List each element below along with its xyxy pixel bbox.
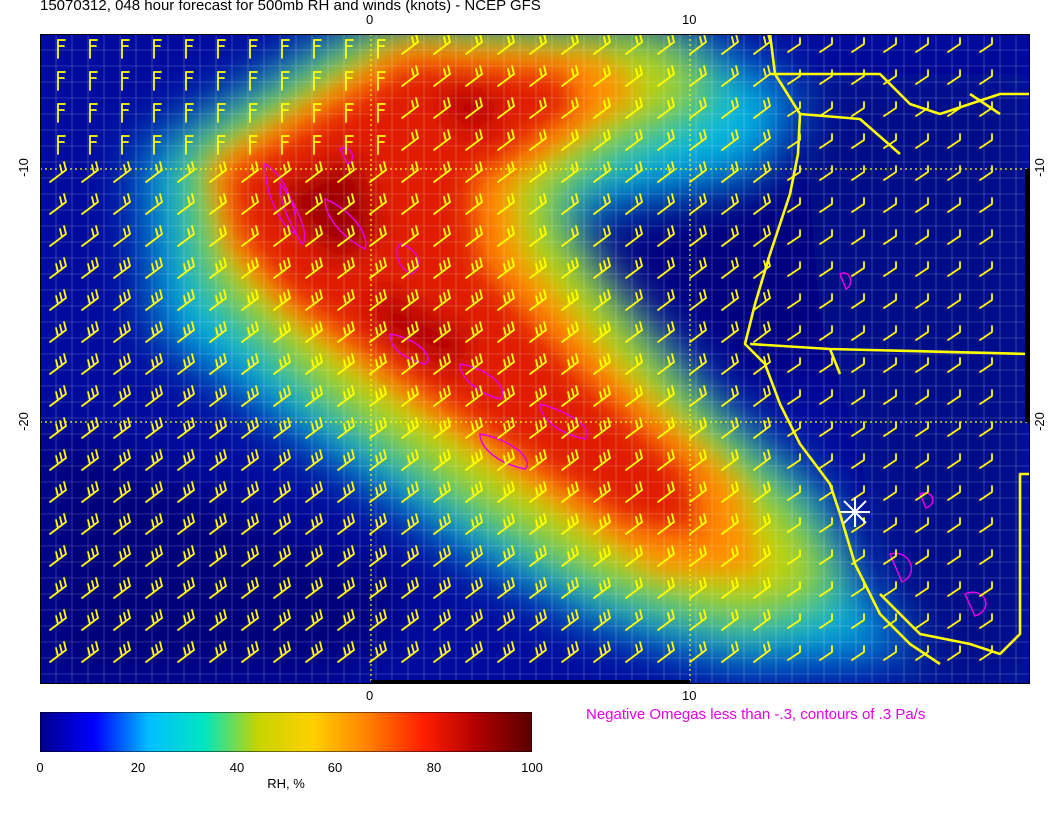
bottom-tick-10: 10 bbox=[682, 688, 697, 703]
left-tick-minus20: -20 bbox=[15, 412, 31, 431]
rh-colorbar bbox=[39, 711, 533, 753]
colorbar-tick-80: 80 bbox=[426, 760, 442, 775]
colorbar-gradient bbox=[39, 711, 533, 753]
rh-field bbox=[40, 34, 1030, 684]
map-canvas bbox=[40, 34, 1030, 684]
colorbar-tick-100: 100 bbox=[521, 760, 543, 775]
colorbar-tick-40: 40 bbox=[229, 760, 245, 775]
right-tick-minus20: -20 bbox=[1031, 412, 1047, 431]
omega-note: Negative Omegas less than -.3, contours … bbox=[586, 706, 926, 723]
rh-wind-map bbox=[40, 34, 1030, 684]
colorbar-label: RH, % bbox=[267, 776, 305, 791]
colorbar-tick-0: 0 bbox=[36, 760, 44, 775]
top-tick-10: 10 bbox=[682, 12, 697, 27]
station-star-icon bbox=[840, 497, 870, 527]
right-tick-minus10: -10 bbox=[1031, 158, 1047, 177]
colorbar-tick-20: 20 bbox=[130, 760, 146, 775]
left-tick-minus10: -10 bbox=[15, 158, 31, 177]
map-title: 15070312, 048 hour forecast for 500mb RH… bbox=[40, 0, 541, 14]
top-tick-0: 0 bbox=[366, 12, 374, 27]
colorbar-tick-60: 60 bbox=[327, 760, 343, 775]
bottom-tick-0: 0 bbox=[366, 688, 374, 703]
